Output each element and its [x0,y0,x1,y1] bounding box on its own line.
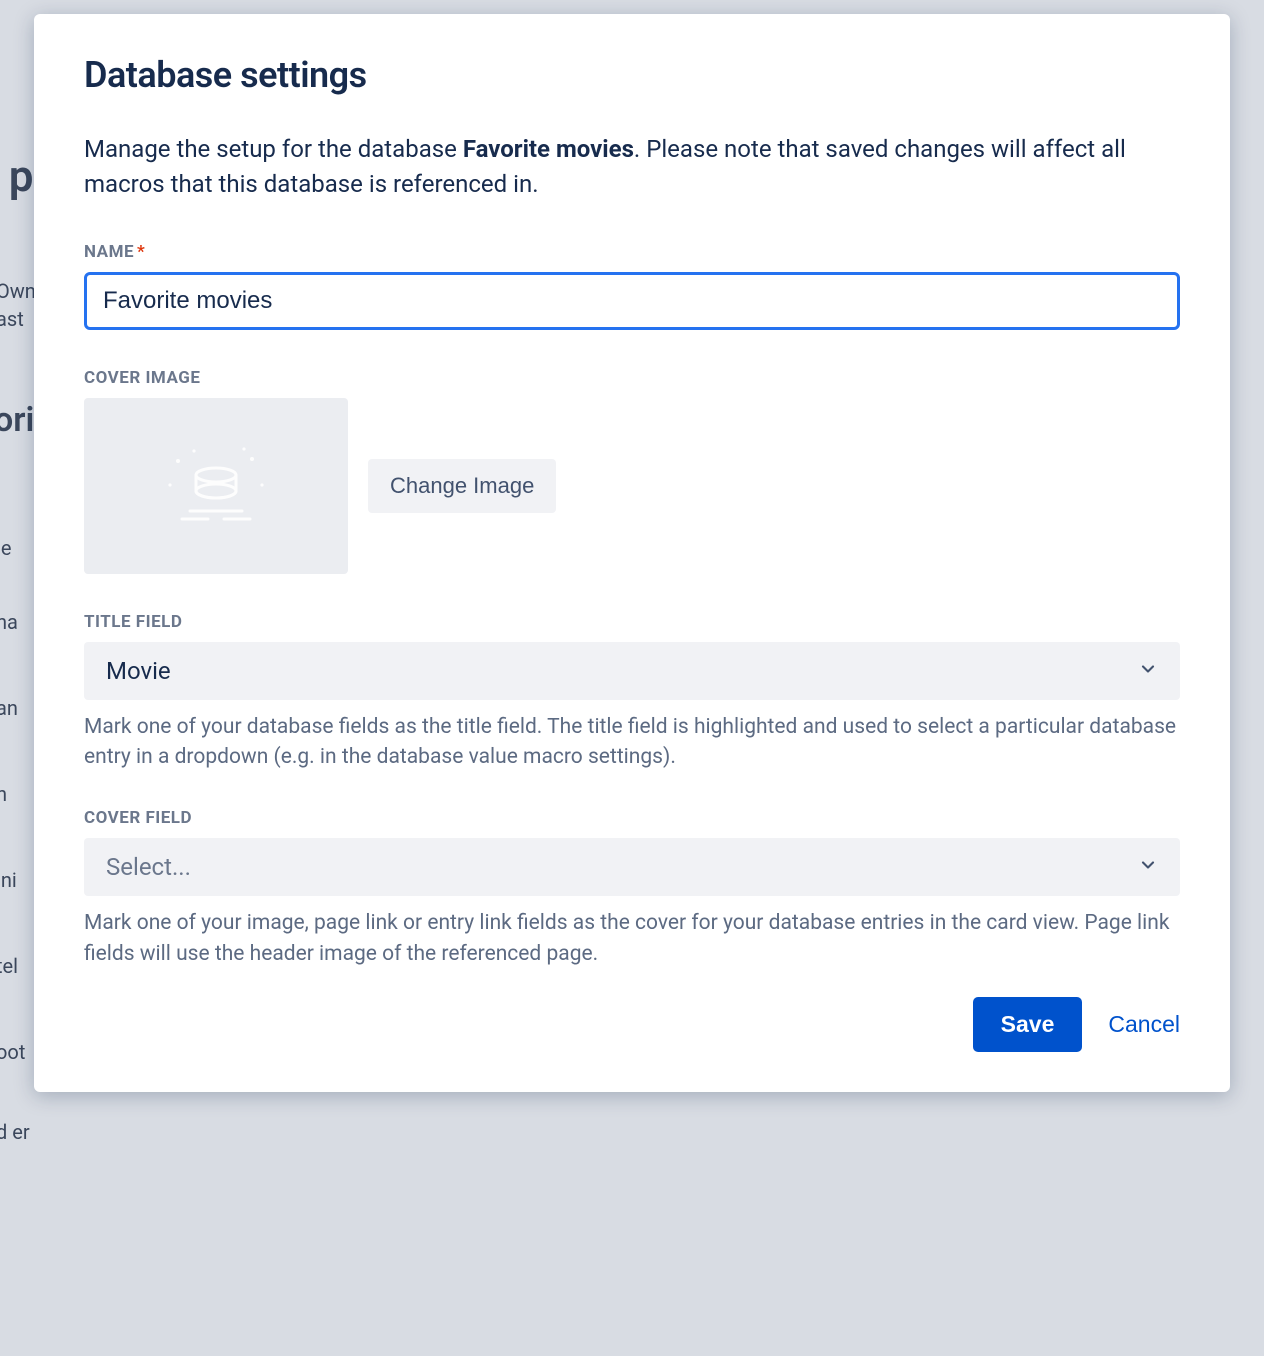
title-field-helper: Mark one of your database fields as the … [84,712,1180,773]
modal-description: Manage the setup for the database Favori… [84,132,1180,202]
desc-db-name: Favorite movies [463,135,634,163]
cover-image-label: COVER IMAGE [84,368,1180,388]
bg-text: tel [0,954,18,978]
chevron-down-icon [1138,657,1158,685]
bg-text: d er [0,1120,30,1144]
modal-title: Database settings [84,54,1180,96]
bg-text: y p [0,150,34,202]
save-button[interactable]: Save [973,997,1083,1052]
title-field-select[interactable]: Movie [84,642,1180,700]
modal-footer: Save Cancel [84,977,1180,1052]
name-input[interactable] [84,272,1180,330]
title-field-label: TITLE FIELD [84,612,1180,632]
title-field-value: Movie [106,657,171,685]
cover-field-select[interactable]: Select... [84,838,1180,896]
bg-text: ast [0,307,24,331]
change-image-button[interactable]: Change Image [368,459,556,513]
required-asterisk: * [137,242,145,262]
database-settings-modal: Database settings Manage the setup for t… [34,14,1230,1092]
bg-text: Own [0,279,36,303]
bg-text: ini [0,868,17,892]
chevron-down-icon [1138,853,1158,881]
name-label: NAME* [84,242,1180,262]
bg-text: ha [0,610,18,634]
bg-text: n [0,782,7,806]
desc-prefix: Manage the setup for the database [84,135,463,163]
cover-field-placeholder: Select... [106,853,191,881]
bg-text: ie [0,536,11,560]
bg-text: an [0,696,18,720]
cover-field-label: COVER FIELD [84,808,1180,828]
cover-image-thumbnail[interactable] [84,398,348,574]
cover-image-row: Change Image [84,398,1180,574]
cover-field-helper: Mark one of your image, page link or ent… [84,908,1180,969]
cancel-button[interactable]: Cancel [1108,1011,1180,1038]
database-placeholder-icon [156,441,276,531]
name-label-text: NAME [84,242,134,262]
bg-text: ori [0,400,34,440]
bg-text: oot [0,1040,25,1064]
